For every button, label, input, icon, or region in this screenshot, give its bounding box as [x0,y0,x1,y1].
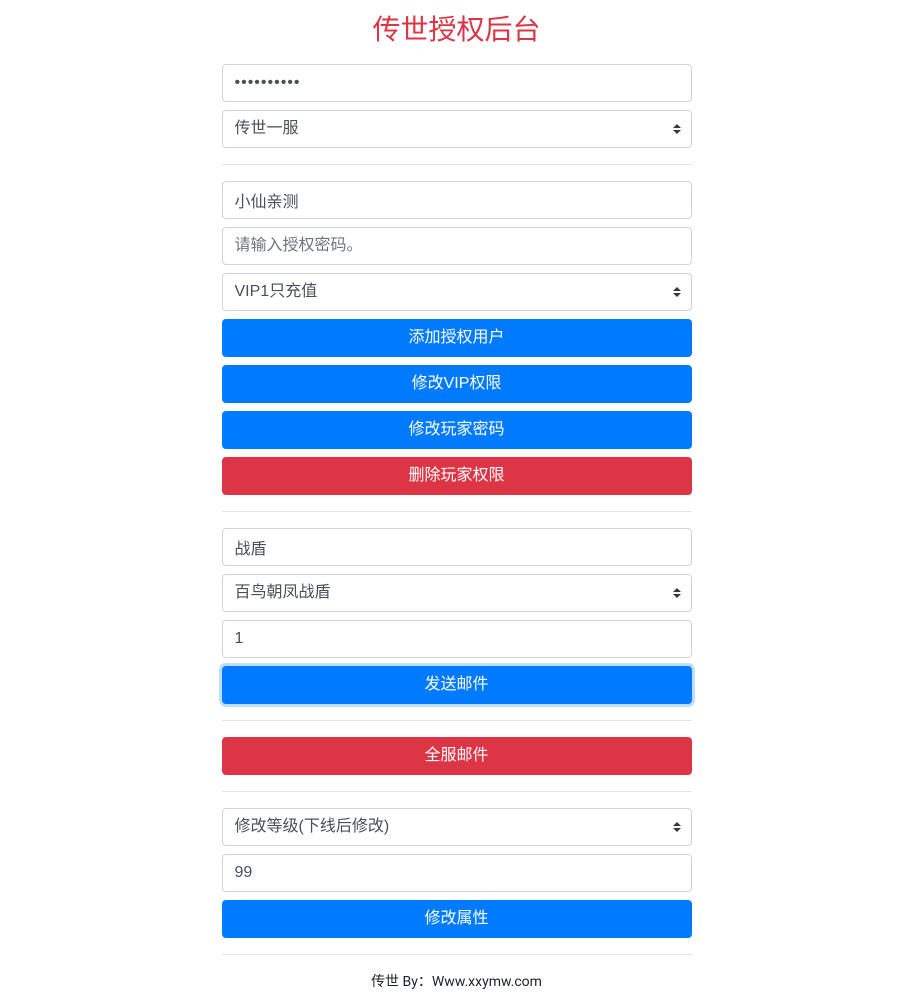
modify-attr-section: 修改等级(下线后修改) 修改属性 [222,808,692,938]
divider [222,720,692,721]
delete-player-button[interactable]: 删除玩家权限 [222,457,692,495]
attr-value-input[interactable] [222,854,692,892]
modify-attr-button[interactable]: 修改属性 [222,900,692,938]
global-mail-section: 全服邮件 [222,737,692,775]
footer-text: 传世 By：Www.xxymw.com [222,971,692,991]
send-mail-button[interactable]: 发送邮件 [222,666,692,704]
global-mail-button[interactable]: 全服邮件 [222,737,692,775]
modify-type-select[interactable]: 修改等级(下线后修改) [222,808,692,846]
user-auth-section: VIP1只充值 添加授权用户 修改VIP权限 修改玩家密码 删除玩家权限 [222,181,692,495]
vip-level-select[interactable]: VIP1只充值 [222,273,692,311]
modify-vip-button[interactable]: 修改VIP权限 [222,365,692,403]
mail-item-section: 百鸟朝凤战盾 发送邮件 [222,528,692,704]
divider [222,511,692,512]
item-name-input[interactable] [222,528,692,566]
item-select[interactable]: 百鸟朝凤战盾 [222,574,692,612]
username-input[interactable] [222,181,692,219]
item-quantity-input[interactable] [222,620,692,658]
add-auth-user-button[interactable]: 添加授权用户 [222,319,692,357]
auth-password-input[interactable] [222,227,692,265]
divider [222,164,692,165]
admin-password-input[interactable] [222,64,692,102]
server-select[interactable]: 传世一服 [222,110,692,148]
page-title: 传世授权后台 [222,8,692,48]
server-auth-section: 传世一服 [222,64,692,148]
divider [222,791,692,792]
modify-player-password-button[interactable]: 修改玩家密码 [222,411,692,449]
divider [222,954,692,955]
